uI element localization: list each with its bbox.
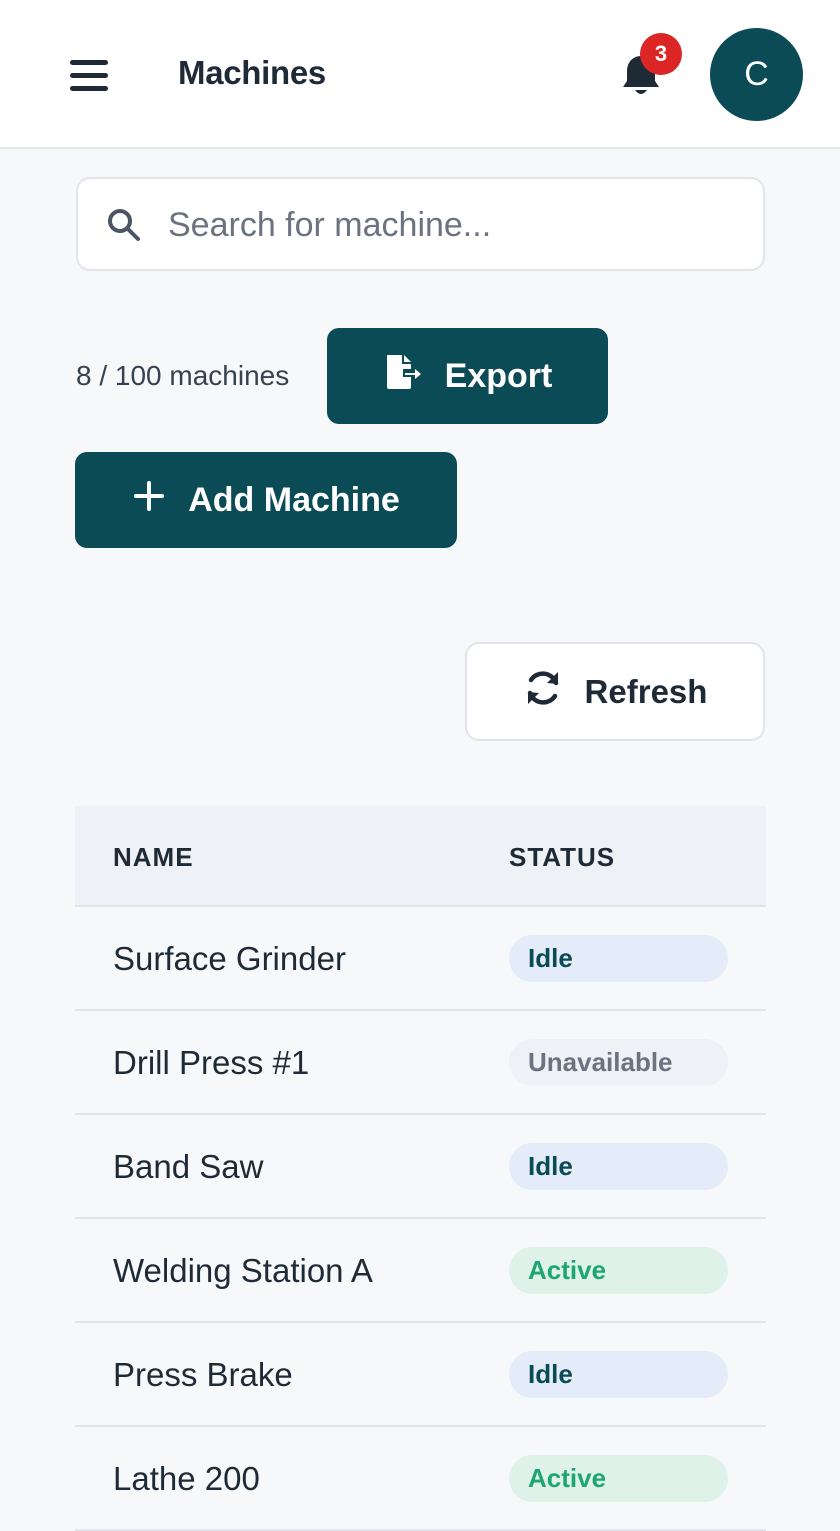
avatar[interactable]: C: [710, 28, 803, 121]
machine-name: Band Saw: [113, 1148, 264, 1185]
refresh-button[interactable]: Refresh: [465, 642, 765, 741]
machine-count: 8 / 100 machines: [76, 360, 290, 391]
plus-icon: [132, 479, 166, 522]
notification-badge: 3: [640, 33, 682, 75]
search-input[interactable]: [168, 195, 738, 255]
status-badge: Active: [509, 1247, 728, 1294]
file-export-icon: [383, 353, 423, 400]
machine-name: Lathe 200: [113, 1460, 260, 1497]
search-icon: [106, 207, 142, 243]
table-row[interactable]: Press Brake Idle: [75, 1323, 766, 1427]
table-row[interactable]: Band Saw Idle: [75, 1115, 766, 1219]
table-row[interactable]: Lathe 200 Active: [75, 1427, 766, 1531]
machine-name: Press Brake: [113, 1356, 293, 1393]
add-machine-label: Add Machine: [188, 480, 400, 519]
column-header-status[interactable]: STATUS: [509, 842, 615, 873]
status-badge: Unavailable: [509, 1039, 728, 1086]
status-badge: Idle: [509, 1351, 728, 1398]
status-badge: Idle: [509, 935, 728, 982]
add-machine-button[interactable]: Add Machine: [75, 452, 457, 548]
table-row[interactable]: Surface Grinder Idle: [75, 907, 766, 1011]
search-box: [76, 177, 765, 271]
refresh-icon: [523, 668, 563, 716]
top-bar: Machines 3 C: [0, 0, 840, 149]
table-header: NAME STATUS: [75, 806, 766, 907]
table-row[interactable]: Welding Station A Active: [75, 1219, 766, 1323]
menu-icon[interactable]: [66, 52, 112, 98]
refresh-label: Refresh: [584, 672, 708, 710]
page-title: Machines: [178, 54, 326, 91]
table-row[interactable]: Drill Press #1 Unavailable: [75, 1011, 766, 1115]
machine-name: Welding Station A: [113, 1252, 373, 1289]
export-label: Export: [444, 356, 553, 395]
status-badge: Idle: [509, 1143, 728, 1190]
status-badge: Active: [509, 1455, 728, 1502]
machine-name: Surface Grinder: [113, 940, 346, 977]
machines-table: NAME STATUS Surface Grinder Idle Drill P…: [75, 806, 766, 1531]
machine-name: Drill Press #1: [113, 1044, 310, 1081]
column-header-name[interactable]: NAME: [113, 842, 194, 873]
export-button[interactable]: Export: [327, 328, 608, 424]
